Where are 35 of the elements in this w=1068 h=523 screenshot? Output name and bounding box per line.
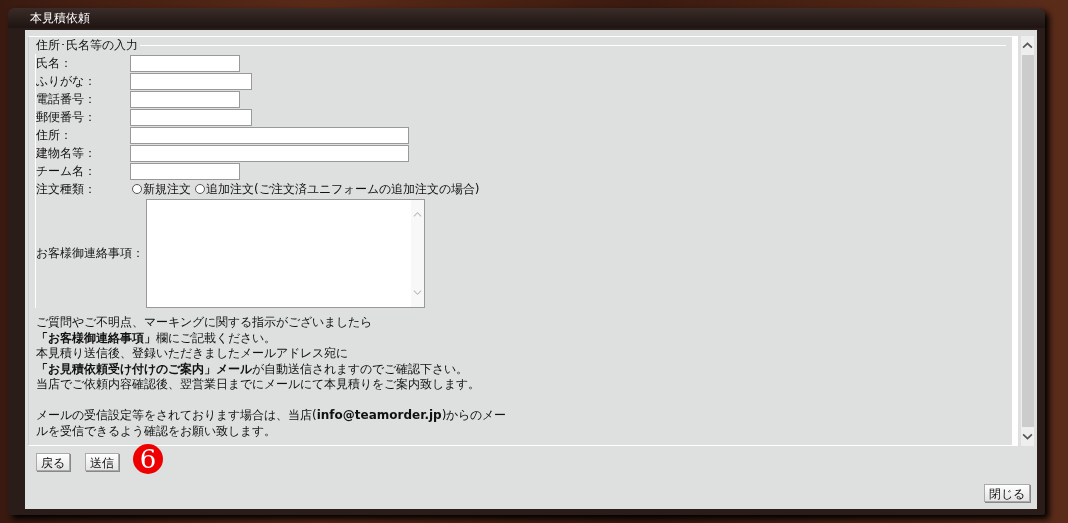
input-field[interactable] [130, 126, 409, 144]
scroll-down-icon[interactable] [1022, 431, 1033, 442]
notice-text: 当店でご依頼内容確認後、翌営業日までにメールにて本見積りをご案内致します。 [36, 377, 481, 393]
back-button[interactable]: 戻る [36, 453, 70, 471]
field-label: 氏名： [36, 54, 73, 72]
input-field[interactable] [130, 144, 409, 162]
field-label: 建物名等： [36, 144, 97, 162]
window-title: 本見積依頼 [30, 9, 90, 27]
step-badge: 6 [133, 444, 163, 474]
notice-text: 「お客様御連絡事項」欄にご記載ください。 [36, 330, 277, 346]
radio-label[interactable]: 新規注文 [143, 180, 191, 198]
notice-text: 本見積り送信後、登録いただきましたメールアドレス宛に [36, 346, 349, 362]
input-field[interactable] [130, 162, 240, 180]
notice-text: ご質問やご不明点、マーキングに関する指示がございましたら [36, 315, 373, 331]
notice-text: ルを受信できるよう確認をお願い致します。 [36, 423, 277, 439]
input-field[interactable] [130, 90, 240, 108]
field-label: 注文種類： [36, 180, 97, 198]
field-label: 郵便番号： [36, 108, 97, 126]
radio-button[interactable] [195, 184, 205, 194]
input-field[interactable] [130, 72, 252, 90]
field-label: ふりがな： [36, 72, 97, 90]
input-field[interactable] [130, 108, 252, 126]
radio-button[interactable] [132, 184, 142, 194]
notice-text: メールの受信設定等をされております場合は、当店(info@teamorder.jp)からのメー [36, 408, 508, 424]
field-label: チーム名： [36, 162, 97, 180]
field-label: お客様御連絡事項： [36, 245, 145, 262]
radio-label[interactable]: 追加注文(ご注文済ユニフォームの追加注文の場合) [206, 180, 480, 198]
close-button[interactable]: 閉じる [984, 484, 1030, 502]
field-label: 住所： [36, 126, 73, 144]
notice-text: 「お見積依頼受け付けのご案内」メールが自動送信されますのでご確認下さい。 [36, 361, 469, 377]
fieldset-legend: 住所･氏名等の入力 [34, 37, 140, 54]
field-label: 電話番号： [36, 90, 97, 108]
input-field[interactable] [130, 54, 240, 72]
submit-button[interactable]: 送信 [85, 453, 119, 471]
scroll-up-icon[interactable] [1022, 40, 1033, 51]
